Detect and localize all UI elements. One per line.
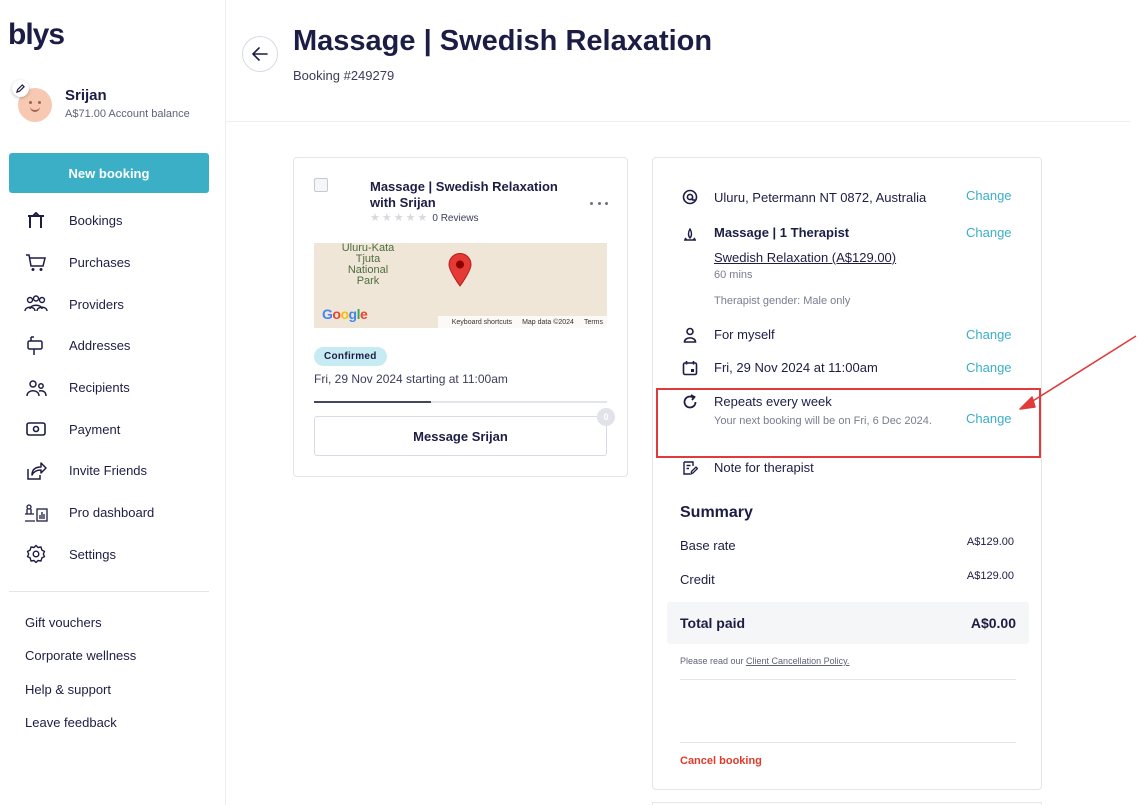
details-divider bbox=[680, 679, 1016, 680]
google-logo: Google bbox=[322, 306, 368, 322]
lotus-icon bbox=[681, 226, 699, 244]
next-booking-info: Your next booking will be on Fri, 6 Dec … bbox=[714, 415, 932, 427]
annotation-arrow bbox=[1019, 335, 1137, 410]
star-icon: ★ bbox=[417, 212, 428, 224]
summary-title: Summary bbox=[680, 504, 753, 521]
message-provider-button[interactable]: Message Srijan bbox=[314, 416, 607, 456]
rating-stars: ★ ★ ★ ★ ★ 0 Reviews bbox=[370, 212, 479, 224]
bookings-icon bbox=[24, 211, 48, 231]
map-place-label: Uluru-Kata Tjuta National Park bbox=[341, 243, 395, 287]
location-map[interactable]: Uluru-Kata Tjuta National Park Google Ke… bbox=[314, 243, 607, 328]
map-footer: Keyboard shortcuts Map data ©2024 Terms bbox=[437, 316, 607, 328]
blys-logo[interactable]: blys bbox=[8, 18, 65, 52]
star-icon: ★ bbox=[370, 212, 380, 224]
page-title: Massage | Swedish Relaxation bbox=[293, 25, 713, 57]
note-icon bbox=[681, 459, 699, 477]
sidebar-nav: Bookings Purchases Providers Addresses R… bbox=[0, 200, 225, 575]
gear-icon bbox=[24, 544, 48, 564]
user-name: Srijan bbox=[65, 87, 107, 104]
terms-link[interactable]: Terms bbox=[584, 319, 603, 326]
corporate-wellness-link[interactable]: Corporate wellness bbox=[25, 648, 136, 681]
change-address-link[interactable]: Change bbox=[966, 188, 1012, 203]
help-support-link[interactable]: Help & support bbox=[25, 682, 136, 715]
service-duration: 60 mins bbox=[714, 269, 753, 281]
star-icon: ★ bbox=[393, 212, 404, 224]
credit-label: Credit bbox=[680, 572, 715, 587]
back-button[interactable] bbox=[242, 36, 278, 72]
sidebar-item-purchases[interactable]: Purchases bbox=[0, 242, 225, 284]
change-recipient-link[interactable]: Change bbox=[966, 327, 1012, 342]
provider-image bbox=[314, 178, 328, 192]
map-data-label: Map data ©2024 bbox=[522, 318, 574, 326]
booking-address: Uluru, Petermann NT 0872, Australia bbox=[714, 190, 927, 205]
booking-card: Massage | Swedish Relaxation with Srijan… bbox=[293, 157, 628, 477]
sidebar-footer: Gift vouchers Corporate wellness Help & … bbox=[25, 615, 136, 748]
booking-datetime: Fri, 29 Nov 2024 at 11:00am bbox=[714, 360, 878, 375]
map-pin-icon[interactable] bbox=[448, 253, 472, 287]
sidebar: blys Srijan A$71.00 Account balance New … bbox=[0, 0, 226, 805]
account-balance: A$71.00 Account balance bbox=[65, 108, 190, 120]
person-icon bbox=[681, 326, 699, 344]
reviews-count: 0 Reviews bbox=[432, 212, 479, 224]
total-paid-row: Total paid A$0.00 bbox=[667, 602, 1029, 644]
sidebar-item-settings[interactable]: Settings bbox=[0, 534, 225, 576]
credit-value: A$129.00 bbox=[966, 570, 1014, 582]
therapist-gender: Therapist gender: Male only bbox=[714, 295, 851, 307]
star-icon: ★ bbox=[381, 212, 392, 224]
user-profile[interactable]: Srijan A$71.00 Account balance bbox=[12, 80, 218, 124]
star-icon: ★ bbox=[405, 212, 416, 224]
total-paid-value: A$0.00 bbox=[970, 615, 1016, 631]
gift-vouchers-link[interactable]: Gift vouchers bbox=[25, 615, 136, 648]
change-repeat-link[interactable]: Change bbox=[966, 411, 1012, 426]
booking-details: Uluru, Petermann NT 0872, Australia Chan… bbox=[652, 157, 1042, 790]
cancellation-policy-link[interactable]: Client Cancellation Policy. bbox=[746, 656, 849, 666]
booking-progress-bar bbox=[314, 401, 607, 403]
sidebar-item-payment[interactable]: Payment bbox=[0, 408, 225, 450]
dashboard-icon bbox=[24, 503, 48, 523]
payment-icon bbox=[24, 419, 48, 439]
sidebar-item-recipients[interactable]: Recipients bbox=[0, 367, 225, 409]
calendar-icon bbox=[681, 359, 699, 377]
page-header: Massage | Swedish Relaxation Booking #24… bbox=[226, 0, 1130, 122]
sidebar-item-pro-dashboard[interactable]: Pro dashboard bbox=[0, 492, 225, 534]
message-count-badge: 0 bbox=[597, 408, 615, 426]
service-title: Massage | 1 Therapist bbox=[714, 225, 850, 240]
recipients-icon bbox=[24, 378, 48, 398]
base-rate-label: Base rate bbox=[680, 538, 736, 553]
sidebar-item-bookings[interactable]: Bookings bbox=[0, 200, 225, 242]
cancel-booking-link[interactable]: Cancel booking bbox=[680, 755, 762, 767]
booking-card-title: Massage | Swedish Relaxation with Srijan bbox=[370, 179, 558, 210]
new-booking-button[interactable]: New booking bbox=[9, 153, 209, 193]
sidebar-item-invite-friends[interactable]: Invite Friends bbox=[0, 450, 225, 492]
change-datetime-link[interactable]: Change bbox=[966, 360, 1012, 375]
leave-feedback-link[interactable]: Leave feedback bbox=[25, 715, 136, 748]
share-icon bbox=[24, 461, 48, 481]
mailbox-icon bbox=[24, 336, 48, 356]
edit-avatar-icon[interactable] bbox=[12, 80, 29, 97]
booking-recipient: For myself bbox=[714, 327, 775, 342]
providers-icon bbox=[24, 294, 48, 314]
base-rate-value: A$129.00 bbox=[966, 536, 1014, 548]
repeat-icon bbox=[681, 393, 699, 411]
location-icon bbox=[681, 188, 699, 206]
booking-number: Booking #249279 bbox=[293, 68, 395, 83]
status-badge: Confirmed bbox=[314, 347, 387, 366]
service-link[interactable]: Swedish Relaxation (A$129.00) bbox=[714, 250, 896, 265]
details-divider bbox=[680, 742, 1016, 743]
booking-date: Fri, 29 Nov 2024 starting at 11:00am bbox=[314, 372, 508, 386]
cart-icon bbox=[24, 253, 48, 273]
more-options-icon[interactable] bbox=[590, 200, 608, 206]
repeat-frequency: Repeats every week bbox=[714, 394, 832, 409]
sidebar-item-providers[interactable]: Providers bbox=[0, 283, 225, 325]
arrow-left-icon bbox=[252, 47, 268, 61]
change-service-link[interactable]: Change bbox=[966, 225, 1012, 240]
total-paid-label: Total paid bbox=[680, 615, 746, 631]
keyboard-shortcuts-link[interactable]: Keyboard shortcuts bbox=[452, 319, 512, 326]
note-for-therapist[interactable]: Note for therapist bbox=[714, 460, 814, 475]
sidebar-item-addresses[interactable]: Addresses bbox=[0, 325, 225, 367]
cancellation-policy-note: Please read our Client Cancellation Poli… bbox=[680, 656, 850, 666]
sidebar-divider bbox=[9, 591, 209, 592]
